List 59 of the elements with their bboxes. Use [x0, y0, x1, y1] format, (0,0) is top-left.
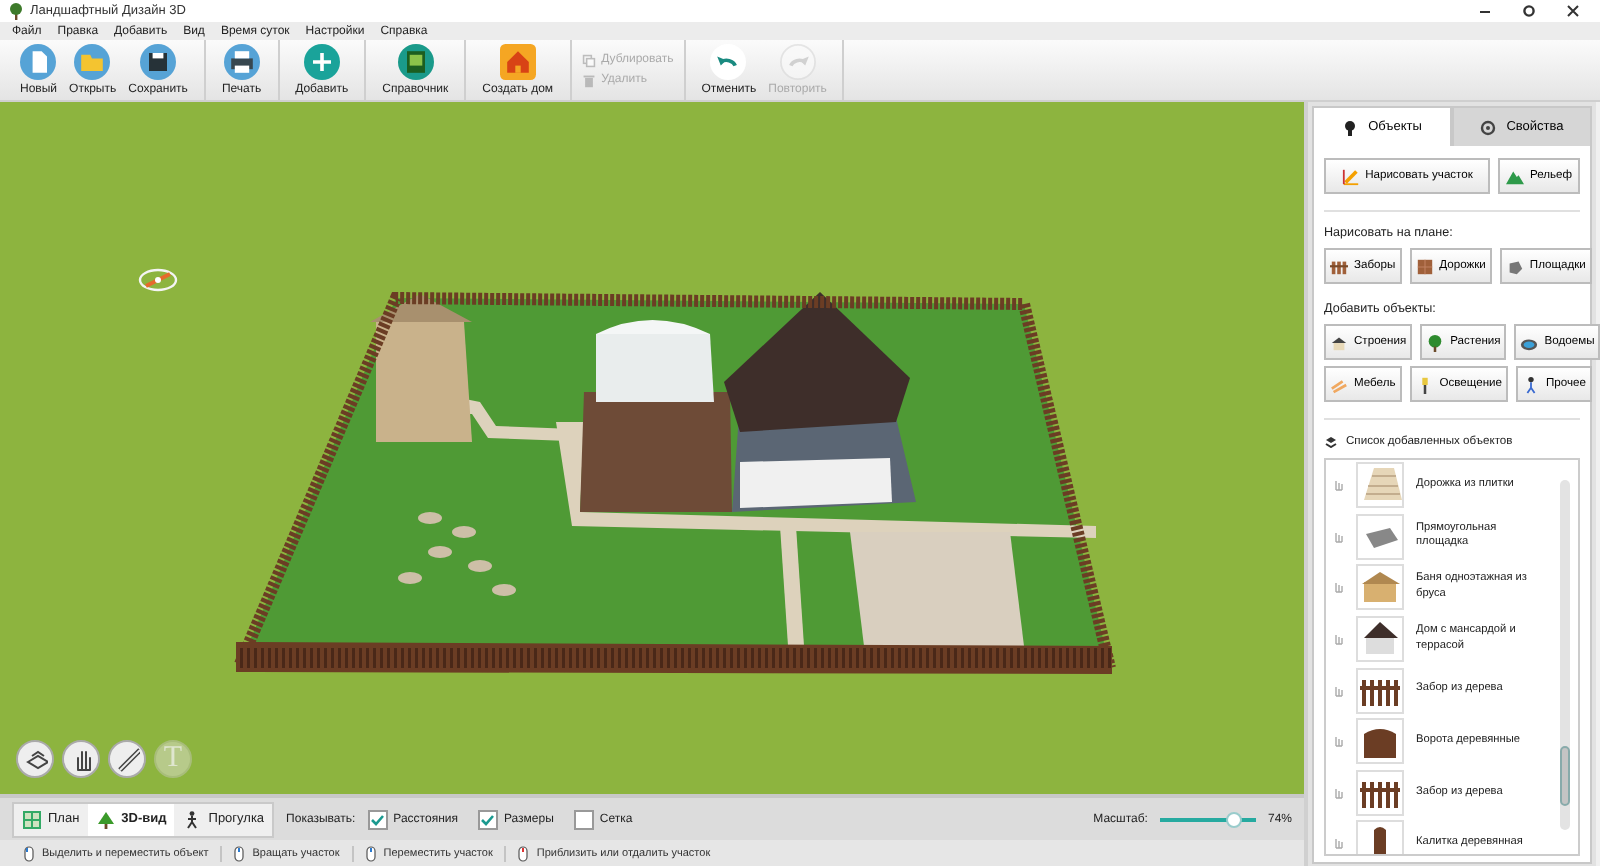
checkmark-icon [370, 813, 385, 825]
fence-icon [1330, 257, 1348, 275]
figure-icon [1522, 375, 1540, 393]
layers-icon [23, 745, 47, 773]
mouse-icon [234, 846, 245, 862]
mouse-icon [365, 846, 376, 862]
checkmark-icon [480, 813, 495, 825]
checkbox[interactable] [477, 809, 498, 829]
building-icon [1330, 333, 1348, 351]
house-icon [499, 44, 536, 80]
book-icon [397, 44, 434, 80]
hand-icon [1332, 683, 1344, 698]
scrollbar-thumb[interactable] [1560, 746, 1570, 806]
tree-icon [1426, 333, 1445, 351]
stone-slab-thumbnail [1356, 513, 1404, 560]
plus-icon [303, 44, 340, 80]
hand-icon [1332, 785, 1344, 800]
hand-icon [1332, 580, 1344, 595]
pond-icon [1520, 333, 1539, 351]
mouse-icon [518, 846, 529, 862]
trash-icon [581, 73, 596, 87]
checkbox[interactable] [367, 809, 388, 829]
hand-icon [1332, 734, 1344, 749]
mountain-icon [1505, 167, 1524, 185]
undo-icon [710, 44, 747, 80]
fence-thumbnail [1356, 769, 1404, 816]
figure-icon [1342, 119, 1359, 135]
compass-icon [136, 266, 180, 294]
bench-icon [1330, 375, 1348, 393]
tree-icon [95, 809, 116, 829]
pencil-icon [1341, 167, 1360, 185]
zoom-slider-thumb[interactable] [1225, 811, 1241, 827]
tree-icon [8, 2, 24, 20]
gate-thumbnail [1356, 718, 1404, 765]
printer-icon [223, 44, 260, 80]
walking-person-icon [182, 809, 203, 829]
close-icon [1566, 4, 1580, 18]
floppy-disk-icon [140, 44, 177, 80]
hand-icon [1332, 529, 1344, 544]
redo-icon [779, 44, 816, 80]
hand-icon [1332, 632, 1344, 647]
hand-icon [1332, 836, 1344, 851]
plan-icon [22, 809, 42, 829]
paving-thumbnail [1356, 462, 1404, 509]
checkbox[interactable] [573, 809, 594, 829]
document-icon [20, 44, 57, 80]
house-thumbnail [1356, 616, 1404, 663]
hand-icon [1332, 478, 1344, 493]
folder-icon [74, 44, 111, 80]
ruler-icon [115, 745, 139, 773]
wicket-gate-thumbnail [1356, 820, 1404, 854]
mouse-icon [24, 846, 34, 862]
cabin-thumbnail [1356, 564, 1404, 611]
scrollbar[interactable] [1560, 480, 1570, 830]
tile-icon [1415, 257, 1434, 275]
stone-icon [1505, 257, 1524, 275]
fence-thumbnail [1356, 667, 1404, 714]
copy-icon [581, 53, 596, 67]
stack-icon [1324, 434, 1338, 448]
